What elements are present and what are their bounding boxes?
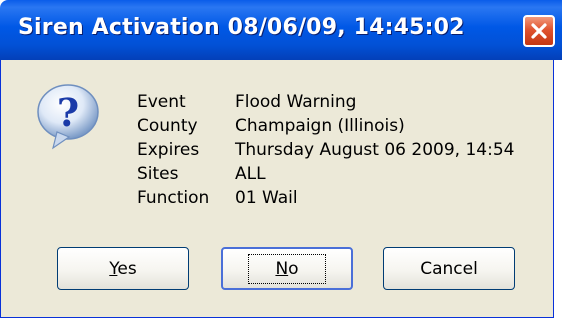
alert-details: Event Flood Warning County Champaign (Il…: [137, 90, 514, 210]
close-button[interactable]: [523, 15, 555, 47]
detail-row-sites: Sites ALL: [137, 162, 514, 186]
field-value: 01 Wail: [235, 188, 298, 208]
close-icon: [531, 23, 547, 39]
field-label: Sites: [137, 164, 179, 184]
detail-row-expires: Expires Thursday August 06 2009, 14:54: [137, 138, 514, 162]
yes-button[interactable]: Yes: [57, 247, 189, 290]
field-label: Expires: [137, 140, 200, 160]
yes-label: Yes: [109, 258, 137, 279]
field-label: Function: [137, 188, 210, 208]
field-value: Champaign (Illinois): [235, 116, 405, 136]
cancel-button[interactable]: Cancel: [383, 247, 515, 290]
detail-row-county: County Champaign (Illinois): [137, 114, 514, 138]
field-label: Event: [137, 92, 186, 112]
detail-row-function: Function 01 Wail: [137, 186, 514, 210]
field-value: Thursday August 06 2009, 14:54: [235, 140, 515, 160]
window-title: Siren Activation 08/06/09, 14:45:02: [18, 15, 465, 40]
field-value: ALL: [235, 164, 266, 184]
no-label: No: [248, 253, 326, 284]
no-button[interactable]: No: [221, 247, 353, 290]
svg-text:?: ?: [57, 90, 79, 135]
detail-row-event: Event Flood Warning: [137, 90, 514, 114]
field-label: County: [137, 116, 198, 136]
dialog-body: ? Event Flood Warning County Champaign (…: [0, 60, 554, 318]
title-bar[interactable]: Siren Activation 08/06/09, 14:45:02: [0, 0, 562, 60]
field-value: Flood Warning: [235, 92, 357, 112]
cancel-label: Cancel: [420, 258, 478, 279]
question-icon: ?: [35, 82, 101, 152]
